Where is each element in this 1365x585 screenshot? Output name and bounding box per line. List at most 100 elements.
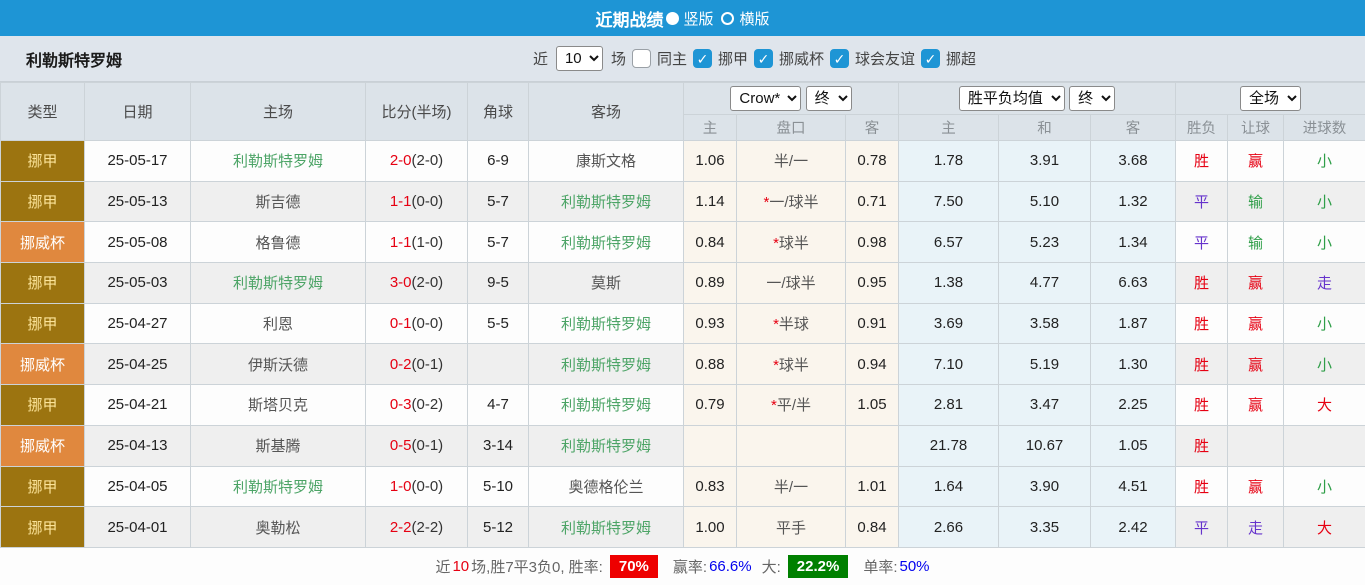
half-time-score: (0-2) (412, 396, 444, 413)
radio-horizontal[interactable]: 横版 (721, 8, 770, 29)
cell-score: 2-0(2-0) (366, 141, 468, 182)
cell-avg-away: 1.87 (1091, 303, 1176, 344)
league-3-checkbox[interactable]: ✓ (921, 49, 940, 68)
full-time-score: 0-5 (390, 437, 412, 454)
cell-result: 胜 (1176, 263, 1228, 304)
cell-date: 25-05-17 (85, 141, 191, 182)
radio-unselected-icon[interactable] (721, 12, 734, 25)
cell-goals: 小 (1284, 181, 1365, 222)
cell-handicap: *平/半 (737, 385, 846, 426)
radio-selected-icon[interactable] (666, 12, 679, 25)
full-time-score: 2-0 (390, 152, 412, 169)
radio-vertical[interactable]: 竖版 (666, 8, 713, 29)
cell-date: 25-04-01 (85, 507, 191, 548)
league-2-label: 球会友谊 (855, 48, 915, 69)
cell-type: 挪甲 (1, 385, 85, 426)
away-team: 利勒斯特罗姆 (529, 181, 684, 222)
summary-middle: 场,胜7平3负0, 胜率: (471, 556, 603, 577)
cell-avg-draw: 3.35 (999, 507, 1091, 548)
cell-avg-draw: 3.58 (999, 303, 1091, 344)
cell-result: 胜 (1176, 466, 1228, 507)
home-team: 利勒斯特罗姆 (191, 466, 366, 507)
league-3-label: 挪超 (946, 48, 976, 69)
cell-corners: 5-12 (468, 507, 529, 548)
cell-odds-away: 1.01 (846, 466, 899, 507)
full-time-score: 1-1 (390, 234, 412, 251)
cell-corners: 5-10 (468, 466, 529, 507)
subheader-avg-draw: 和 (999, 115, 1091, 141)
cell-score: 1-1(0-0) (366, 181, 468, 222)
home-team: 斯吉德 (191, 181, 366, 222)
summary-count: 10 (452, 558, 469, 575)
league-2-checkbox[interactable]: ✓ (830, 49, 849, 68)
cell-odds-home: 0.89 (684, 263, 737, 304)
cell-handicap: *球半 (737, 222, 846, 263)
cell-avg-away: 6.63 (1091, 263, 1176, 304)
same-home-checkbox[interactable] (632, 49, 651, 68)
cell-avg-home: 1.78 (899, 141, 999, 182)
cell-avg-away: 3.68 (1091, 141, 1176, 182)
cell-goals: 小 (1284, 141, 1365, 182)
win-odds-label: 赢率: (673, 556, 707, 577)
cell-odds-home: 0.88 (684, 344, 737, 385)
odds-source-select[interactable]: Crow* (730, 86, 801, 111)
cell-type: 挪威杯 (1, 222, 85, 263)
cell-odds-away: 0.78 (846, 141, 899, 182)
full-time-score: 2-2 (390, 519, 412, 536)
half-time-score: (2-0) (412, 274, 444, 291)
home-team: 斯塔贝克 (191, 385, 366, 426)
cell-goals: 小 (1284, 303, 1365, 344)
cell-avg-away: 4.51 (1091, 466, 1176, 507)
full-time-score: 0-1 (390, 315, 412, 332)
cell-corners: 5-7 (468, 222, 529, 263)
cell-date: 25-04-25 (85, 344, 191, 385)
away-team: 莫斯 (529, 263, 684, 304)
away-team: 利勒斯特罗姆 (529, 385, 684, 426)
half-time-score: (0-0) (412, 478, 444, 495)
cell-odds-home: 1.14 (684, 181, 737, 222)
scope-select[interactable]: 全场 (1240, 86, 1301, 111)
league-0-checkbox[interactable]: ✓ (693, 49, 712, 68)
cell-avg-home: 1.64 (899, 466, 999, 507)
header-corners: 角球 (468, 83, 529, 141)
cell-goals: 走 (1284, 263, 1365, 304)
subheader-avg-away: 客 (1091, 115, 1176, 141)
cell-odds-away: 0.71 (846, 181, 899, 222)
handicap-text: 半球 (779, 316, 809, 333)
odds-time-select-2[interactable]: 终 (1069, 86, 1115, 111)
cell-odds-home (684, 425, 737, 466)
home-team: 伊斯沃德 (191, 344, 366, 385)
odds-time-select-1[interactable]: 终 (806, 86, 852, 111)
cell-handicap: *半球 (737, 303, 846, 344)
subheader-handicap-result: 让球 (1228, 115, 1284, 141)
cell-type: 挪甲 (1, 141, 85, 182)
games-label: 场 (611, 48, 626, 69)
cell-avg-draw: 5.19 (999, 344, 1091, 385)
cell-goals: 大 (1284, 385, 1365, 426)
table-row: 挪威杯 25-04-13 斯基腾 0-5(0-1) 3-14 利勒斯特罗姆 21… (1, 425, 1365, 466)
cell-handicap: 半/一 (737, 466, 846, 507)
handicap-text: 一/球半 (769, 194, 818, 211)
cell-date: 25-04-05 (85, 466, 191, 507)
avg-source-select[interactable]: 胜平负均值 (959, 86, 1065, 111)
league-1-checkbox[interactable]: ✓ (754, 49, 773, 68)
summary-prefix: 近 (435, 556, 450, 577)
cell-avg-home: 6.57 (899, 222, 999, 263)
cell-avg-away: 1.32 (1091, 181, 1176, 222)
cell-corners: 4-7 (468, 385, 529, 426)
cell-odds-home: 1.06 (684, 141, 737, 182)
win-rate-badge: 70% (610, 555, 658, 578)
cell-odds-away: 0.91 (846, 303, 899, 344)
subheader-odds-away: 客 (846, 115, 899, 141)
radio-vertical-label: 竖版 (683, 8, 713, 29)
handicap-text: 平/半 (777, 397, 811, 414)
cell-odds-home: 1.00 (684, 507, 737, 548)
header-away: 客场 (529, 83, 684, 141)
cell-handicap-result (1228, 425, 1284, 466)
cell-score: 0-2(0-1) (366, 344, 468, 385)
league-1-label: 挪威杯 (779, 48, 824, 69)
same-home-label: 同主 (657, 48, 687, 69)
cell-avg-draw: 3.91 (999, 141, 1091, 182)
recent-count-select[interactable]: 10 (556, 46, 603, 71)
away-team: 利勒斯特罗姆 (529, 344, 684, 385)
